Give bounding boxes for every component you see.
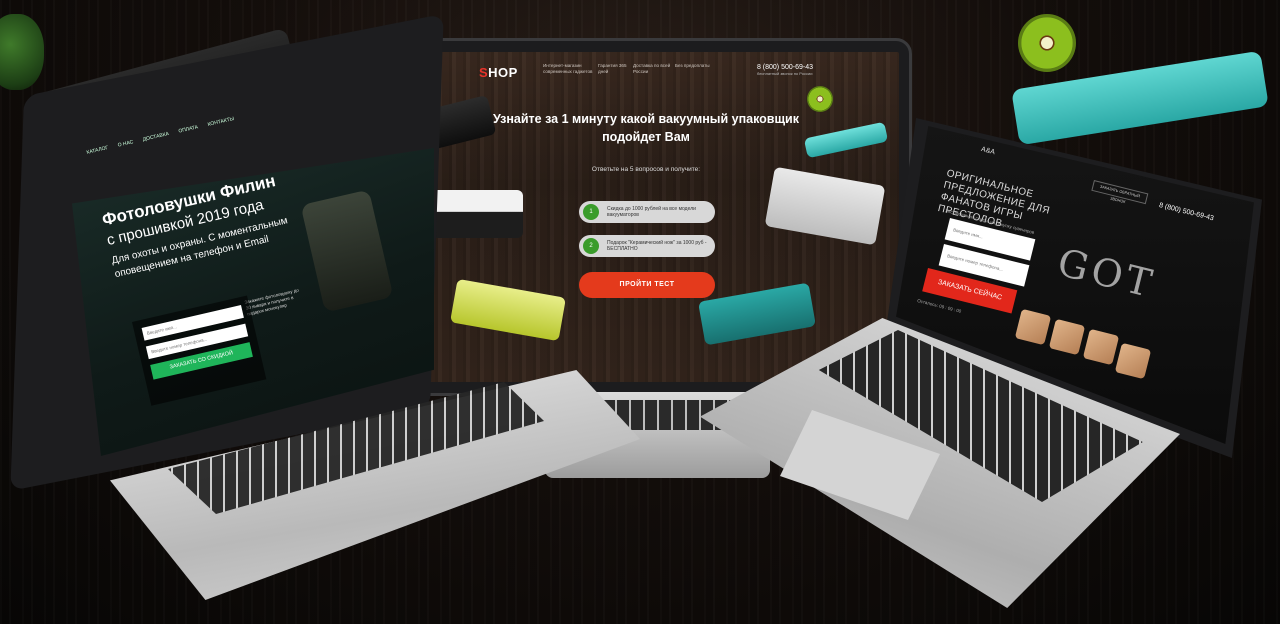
broccoli-prop	[0, 14, 44, 90]
header-phone[interactable]: 8 (800) 500-69-43 бесплатный звонок по Ро…	[757, 64, 813, 76]
hero-title: Узнайте за 1 минуту какой вакуумный упак…	[493, 112, 799, 144]
timer-minutes: 09	[947, 305, 954, 312]
logo-accent-letter: S	[479, 65, 489, 80]
take-test-button[interactable]: ПРОЙТИ ТЕСТ	[579, 272, 715, 298]
bonus-number: 1	[583, 204, 599, 220]
timer-hours: 09	[938, 303, 945, 310]
shop-logo[interactable]: SHOP	[479, 65, 518, 80]
hero-subtitle: Ответьте на 5 вопросов и получите:	[591, 166, 701, 173]
center-laptop-screen: SHOP Интернет-магазин современных гаджет…	[393, 52, 899, 382]
header-info-3: Доставка по всей России	[633, 63, 671, 74]
bonus-number: 2	[583, 238, 599, 254]
bonus-text: Подарок "Керамический нож" за 1000 руб -…	[607, 240, 707, 252]
bonus-item-2: 2 Подарок "Керамический нож" за 1000 руб …	[579, 235, 715, 257]
header-info-1: Интернет-магазин современных гаджетов	[543, 63, 593, 74]
phone-number: 8 (800) 500-69-43	[756, 64, 813, 71]
logo-text: HOP	[488, 65, 518, 80]
header-info-2: Гарантия 365 дней	[598, 63, 627, 74]
phone-note: бесплатный звонок по России	[756, 71, 813, 76]
header-info-4: Без предоплаты	[675, 63, 710, 68]
mockup-scene: SHOP Интернет-магазин современных гаджет…	[0, 0, 1280, 624]
bonus-item-1: 1 Скидка до 1000 рублей на все модели вак…	[579, 201, 715, 223]
kiwi-prop	[1018, 14, 1076, 72]
kiwi-image	[807, 86, 833, 112]
bonus-text: Скидка до 1000 рублей на все модели ваку…	[607, 206, 696, 218]
